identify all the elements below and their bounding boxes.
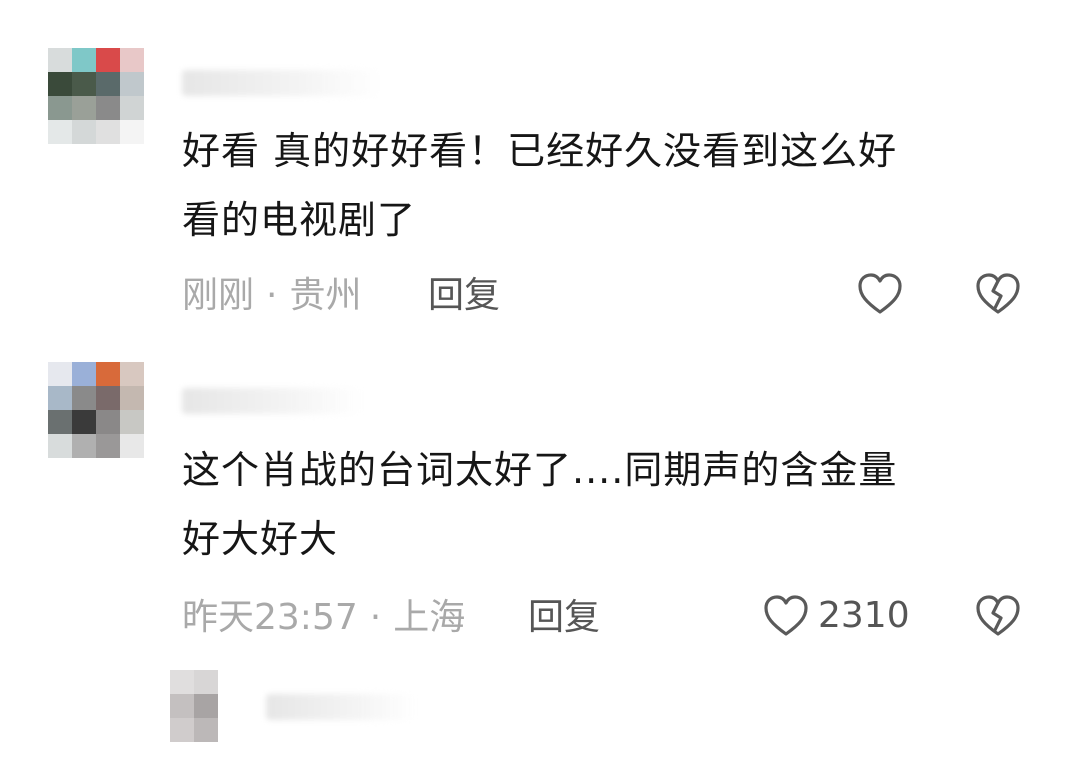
comment-text: 这个肖战的台词太好了....同期声的含金量 好大好大 [182,436,1022,574]
comment-time: 昨天23:57 [182,597,358,638]
comment-text-line: 这个肖战的台词太好了....同期声的含金量 [182,448,898,492]
avatar-mosaic-pixel [72,434,96,458]
avatar-mosaic-pixel [48,386,72,410]
avatar-mosaic-pixel [48,362,72,386]
avatar-mosaic-pixel [218,718,242,742]
avatar-mosaic-pixel [194,670,218,694]
dislike-button[interactable] [974,270,1022,318]
avatar-mosaic-pixel [96,120,120,144]
avatar-mosaic-pixel [96,96,120,120]
avatar-mosaic-pixel [194,742,218,766]
avatar-mosaic-pixel [120,386,144,410]
comment-item: 这个肖战的台词太好了....同期声的含金量 好大好大 昨天23:57 · 上海 回复… [0,340,1080,660]
avatar[interactable] [146,670,242,766]
avatar-mosaic-pixel [218,742,242,766]
reply-button[interactable]: 回复 [528,596,600,640]
comment-location: 上海 [393,597,466,638]
heart-outline-icon [856,270,904,318]
heart-outline-icon [762,592,810,640]
avatar-mosaic-pixel [72,48,96,72]
avatar-mosaic-pixel [72,386,96,410]
comment-time: 刚刚 [182,275,255,316]
avatar-mosaic-pixel [218,670,242,694]
avatar-mosaic-pixel [194,694,218,718]
avatar-mosaic-pixel [120,434,144,458]
avatar-mosaic-pixel [218,694,242,718]
avatar-mosaic-pixel [48,120,72,144]
username[interactable] [182,70,382,96]
avatar-mosaic-pixel [170,670,194,694]
comment-item [0,660,1080,766]
comment-meta: 刚刚 · 贵州 [182,274,361,318]
comment-text: 好看 真的好好看！已经好久没看到这么好 看的电视剧了 [182,117,1022,255]
avatar-mosaic-pixel [120,362,144,386]
avatar-mosaic-pixel [96,72,120,96]
avatar[interactable] [48,362,144,458]
broken-heart-icon [974,270,1022,318]
avatar-mosaic-pixel [72,72,96,96]
meta-separator: · [266,275,278,316]
avatar-mosaic-pixel [194,718,218,742]
avatar-mosaic-pixel [170,694,194,718]
dislike-button[interactable] [974,592,1022,640]
like-count: 2310 [818,595,910,636]
avatar-mosaic-pixel [72,120,96,144]
avatar-mosaic-pixel [146,718,170,742]
avatar[interactable] [48,48,144,144]
avatar-mosaic-pixel [48,410,72,434]
avatar-mosaic-pixel [96,386,120,410]
username[interactable] [266,694,416,720]
username[interactable] [182,388,362,414]
reply-button[interactable]: 回复 [428,274,500,318]
avatar-mosaic-pixel [96,48,120,72]
comment-text-line: 看的电视剧了 [182,198,417,242]
avatar-mosaic-pixel [48,434,72,458]
avatar-mosaic-pixel [48,48,72,72]
like-button[interactable] [856,270,904,318]
avatar-mosaic-pixel [120,72,144,96]
avatar-mosaic-pixel [120,96,144,120]
avatar-mosaic-pixel [96,362,120,386]
avatar-mosaic-pixel [170,742,194,766]
avatar-mosaic-pixel [48,96,72,120]
comment-text-line: 好大好大 [182,517,339,561]
avatar-mosaic-pixel [48,72,72,96]
avatar-mosaic-pixel [72,362,96,386]
like-button[interactable]: 2310 [762,592,910,640]
meta-separator: · [369,597,382,638]
comment-item: 好看 真的好好看！已经好久没看到这么好 看的电视剧了 刚刚 · 贵州 回复 [0,0,1080,340]
broken-heart-icon [974,592,1022,640]
comment-text-line: 好看 真的好好看！已经好久没看到这么好 [182,129,898,173]
avatar-mosaic-pixel [120,410,144,434]
comment-location: 贵州 [289,275,362,316]
avatar-mosaic-pixel [120,48,144,72]
avatar-mosaic-pixel [72,96,96,120]
avatar-mosaic-pixel [120,120,144,144]
avatar-mosaic-pixel [146,742,170,766]
avatar-mosaic-pixel [72,410,96,434]
avatar-mosaic-pixel [146,694,170,718]
avatar-mosaic-pixel [146,670,170,694]
avatar-mosaic-pixel [96,434,120,458]
avatar-mosaic-pixel [170,718,194,742]
avatar-mosaic-pixel [96,410,120,434]
comment-meta: 昨天23:57 · 上海 [182,596,465,640]
